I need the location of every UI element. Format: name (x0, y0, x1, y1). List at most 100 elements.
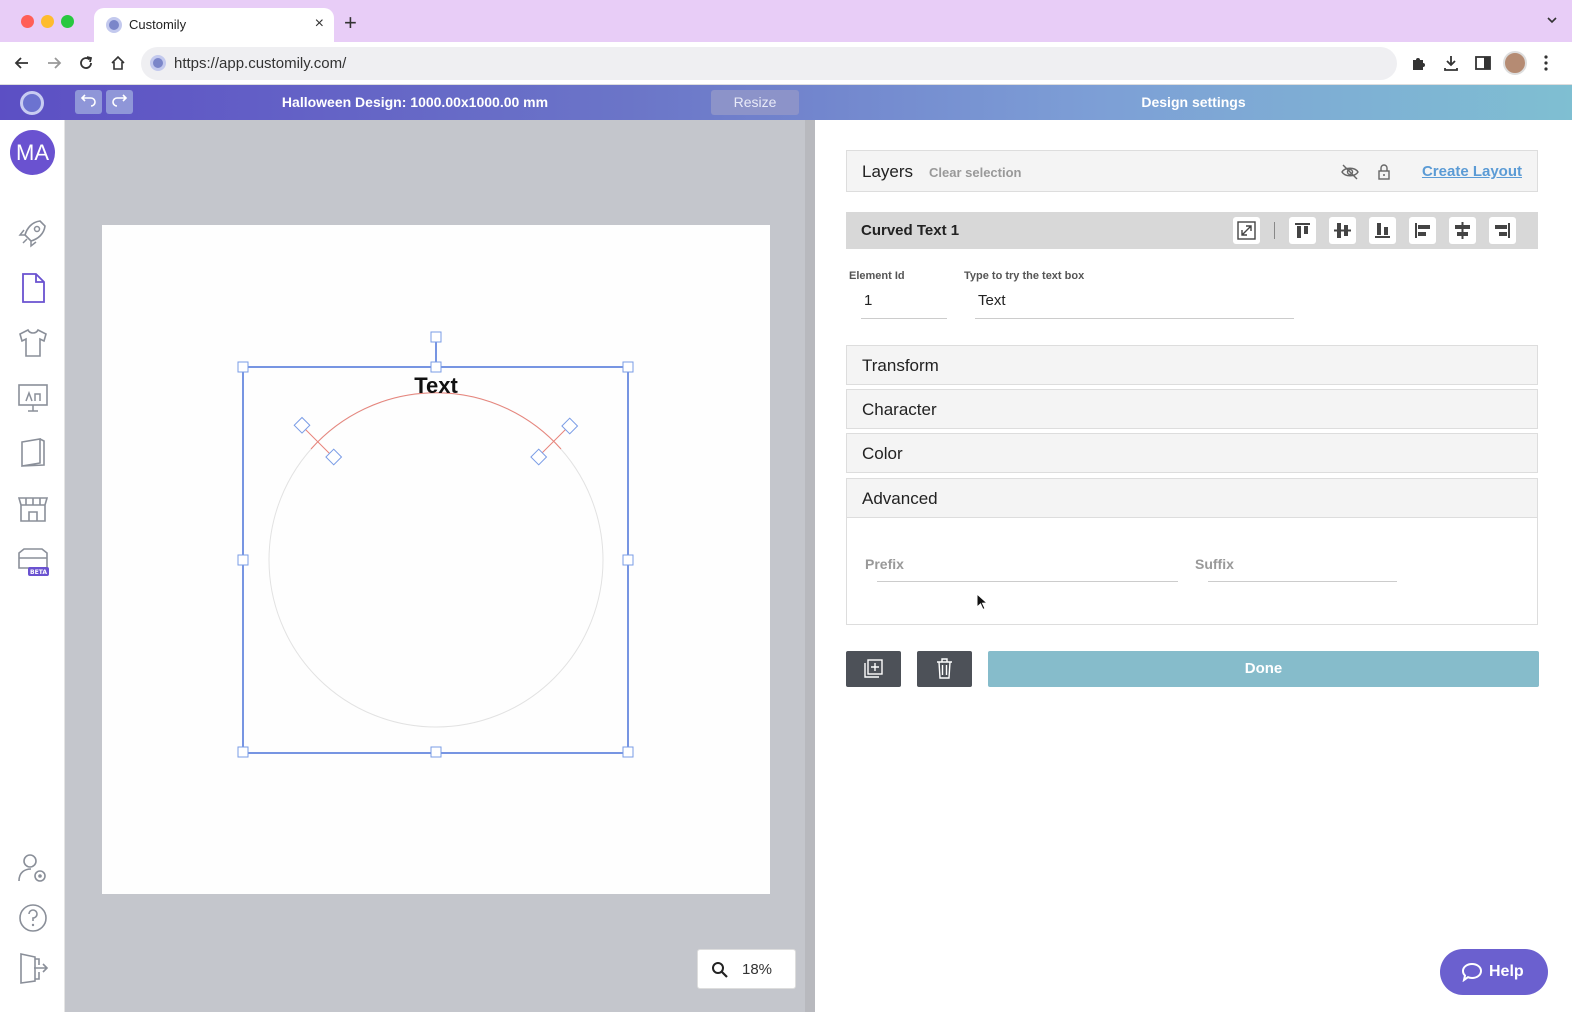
eye-off-icon[interactable] (1340, 163, 1360, 181)
transform-section-label: Transform (862, 356, 939, 375)
resize-handle-tc[interactable] (430, 361, 442, 373)
browser-toolbar: https://app.customily.com/ (0, 42, 1572, 85)
user-avatar[interactable]: MA (10, 130, 55, 175)
new-tab-button[interactable]: + (344, 12, 357, 34)
design-settings-title: Design settings (1141, 94, 1246, 110)
arc-start-guide (301, 425, 334, 458)
design-settings-panel: Layers Clear selection Create Layout Cur… (815, 120, 1572, 1012)
canvas-area[interactable]: Text 18% (65, 120, 815, 1012)
resize-handle-tr[interactable] (622, 361, 634, 373)
customily-favicon-icon (106, 17, 122, 33)
help-button[interactable]: Help (1440, 949, 1548, 995)
chevron-down-icon[interactable] (1546, 14, 1558, 26)
resize-handle-mr[interactable] (622, 554, 634, 566)
design-artboard[interactable]: Text (102, 225, 770, 894)
mouse-cursor-icon (976, 593, 988, 611)
advanced-section[interactable]: Advanced (846, 478, 1538, 518)
chat-bubble-icon (1461, 962, 1483, 982)
done-button[interactable]: Done (988, 651, 1539, 687)
minimize-window-button[interactable] (41, 15, 54, 28)
side-panel-icon[interactable] (1474, 54, 1492, 72)
suffix-field[interactable]: Suffix (1195, 556, 1234, 572)
forward-arrow-icon[interactable] (45, 54, 63, 72)
align-right-button[interactable] (1489, 217, 1516, 244)
extensions-puzzle-icon[interactable] (1410, 54, 1428, 72)
advanced-section-body: Prefix Suffix (846, 518, 1538, 625)
text-box-field[interactable]: Text (975, 289, 1294, 319)
canvas-vertical-scrollbar[interactable] (805, 120, 815, 1012)
layers-bar: Layers Clear selection Create Layout (846, 150, 1538, 192)
browser-tab[interactable]: Customily × (94, 8, 334, 42)
duplicate-button[interactable] (846, 651, 901, 687)
back-arrow-icon[interactable] (13, 54, 31, 72)
left-sidebar: MA BETA (0, 120, 65, 1012)
arc-end-handle-inner[interactable] (530, 448, 548, 466)
resize-handle-bl[interactable] (237, 746, 249, 758)
user-settings-icon[interactable] (16, 851, 50, 885)
design-title: Halloween Design: 1000.00x1000.00 mm (281, 94, 549, 110)
app-header: Halloween Design: 1000.00x1000.00 mm Res… (0, 85, 1572, 120)
rotate-handle[interactable] (430, 331, 442, 343)
reload-icon[interactable] (77, 54, 95, 72)
text-box-label: Type to try the text box (964, 270, 1085, 282)
align-middle-button[interactable] (1329, 217, 1356, 244)
tab-title: Customily (129, 17, 187, 32)
browser-tab-bar: Customily × + (0, 0, 1572, 42)
site-favicon-icon (150, 55, 166, 71)
store-icon[interactable] (16, 491, 50, 525)
color-section[interactable]: Color (846, 433, 1538, 473)
address-url[interactable]: https://app.customily.com/ (174, 55, 346, 72)
home-icon[interactable] (109, 54, 127, 72)
resize-handle-tl[interactable] (237, 361, 249, 373)
trash-icon (937, 658, 952, 679)
prefix-underline (877, 581, 1178, 582)
character-section[interactable]: Character (846, 389, 1538, 429)
book-icon[interactable] (16, 436, 50, 470)
customily-logo-icon[interactable] (20, 91, 44, 115)
element-id-label: Element Id (849, 270, 905, 282)
align-center-button[interactable] (1449, 217, 1476, 244)
suffix-underline (1208, 581, 1397, 582)
monitor-icon[interactable] (16, 381, 50, 415)
browser-menu-icon[interactable] (1540, 54, 1552, 72)
clear-selection-link[interactable]: Clear selection (929, 165, 1022, 180)
rocket-icon[interactable] (16, 216, 50, 250)
address-bar[interactable]: https://app.customily.com/ (141, 47, 1397, 80)
help-circle-icon[interactable] (16, 901, 50, 935)
color-section-label: Color (862, 444, 903, 463)
curved-text-element[interactable]: Text (102, 225, 770, 894)
magnifier-icon[interactable] (711, 961, 729, 979)
redo-button[interactable] (106, 90, 133, 114)
element-id-field[interactable]: 1 (861, 289, 947, 319)
resize-handle-ml[interactable] (237, 554, 249, 566)
profile-avatar[interactable] (1503, 51, 1527, 75)
maximize-window-button[interactable] (61, 15, 74, 28)
tshirt-icon[interactable] (16, 326, 50, 360)
prefix-field[interactable]: Prefix (865, 556, 904, 572)
toolbar-divider (1274, 222, 1275, 239)
fit-to-canvas-button[interactable] (1233, 217, 1260, 244)
align-top-button[interactable] (1289, 217, 1316, 244)
curved-text[interactable]: Text (414, 373, 458, 398)
element-title: Curved Text 1 (861, 222, 960, 239)
resize-button[interactable]: Resize (711, 90, 799, 115)
delete-button[interactable] (917, 651, 972, 687)
advanced-section-label: Advanced (862, 489, 938, 508)
align-bottom-button[interactable] (1369, 217, 1396, 244)
resize-handle-br[interactable] (622, 746, 634, 758)
logout-icon[interactable] (16, 951, 50, 985)
document-icon[interactable] (16, 271, 50, 305)
layers-label[interactable]: Layers (862, 162, 913, 182)
store-beta-icon[interactable]: BETA (16, 546, 50, 580)
tab-close-button[interactable]: × (315, 15, 324, 33)
resize-handle-bc[interactable] (430, 746, 442, 758)
zoom-control[interactable]: 18% (697, 949, 796, 989)
download-icon[interactable] (1442, 54, 1460, 72)
align-left-button[interactable] (1409, 217, 1436, 244)
create-layout-link[interactable]: Create Layout (1422, 163, 1522, 180)
lock-icon[interactable] (1377, 163, 1391, 181)
undo-button[interactable] (75, 90, 102, 114)
transform-section[interactable]: Transform (846, 345, 1538, 385)
text-path-arc (310, 392, 562, 450)
close-window-button[interactable] (21, 15, 34, 28)
